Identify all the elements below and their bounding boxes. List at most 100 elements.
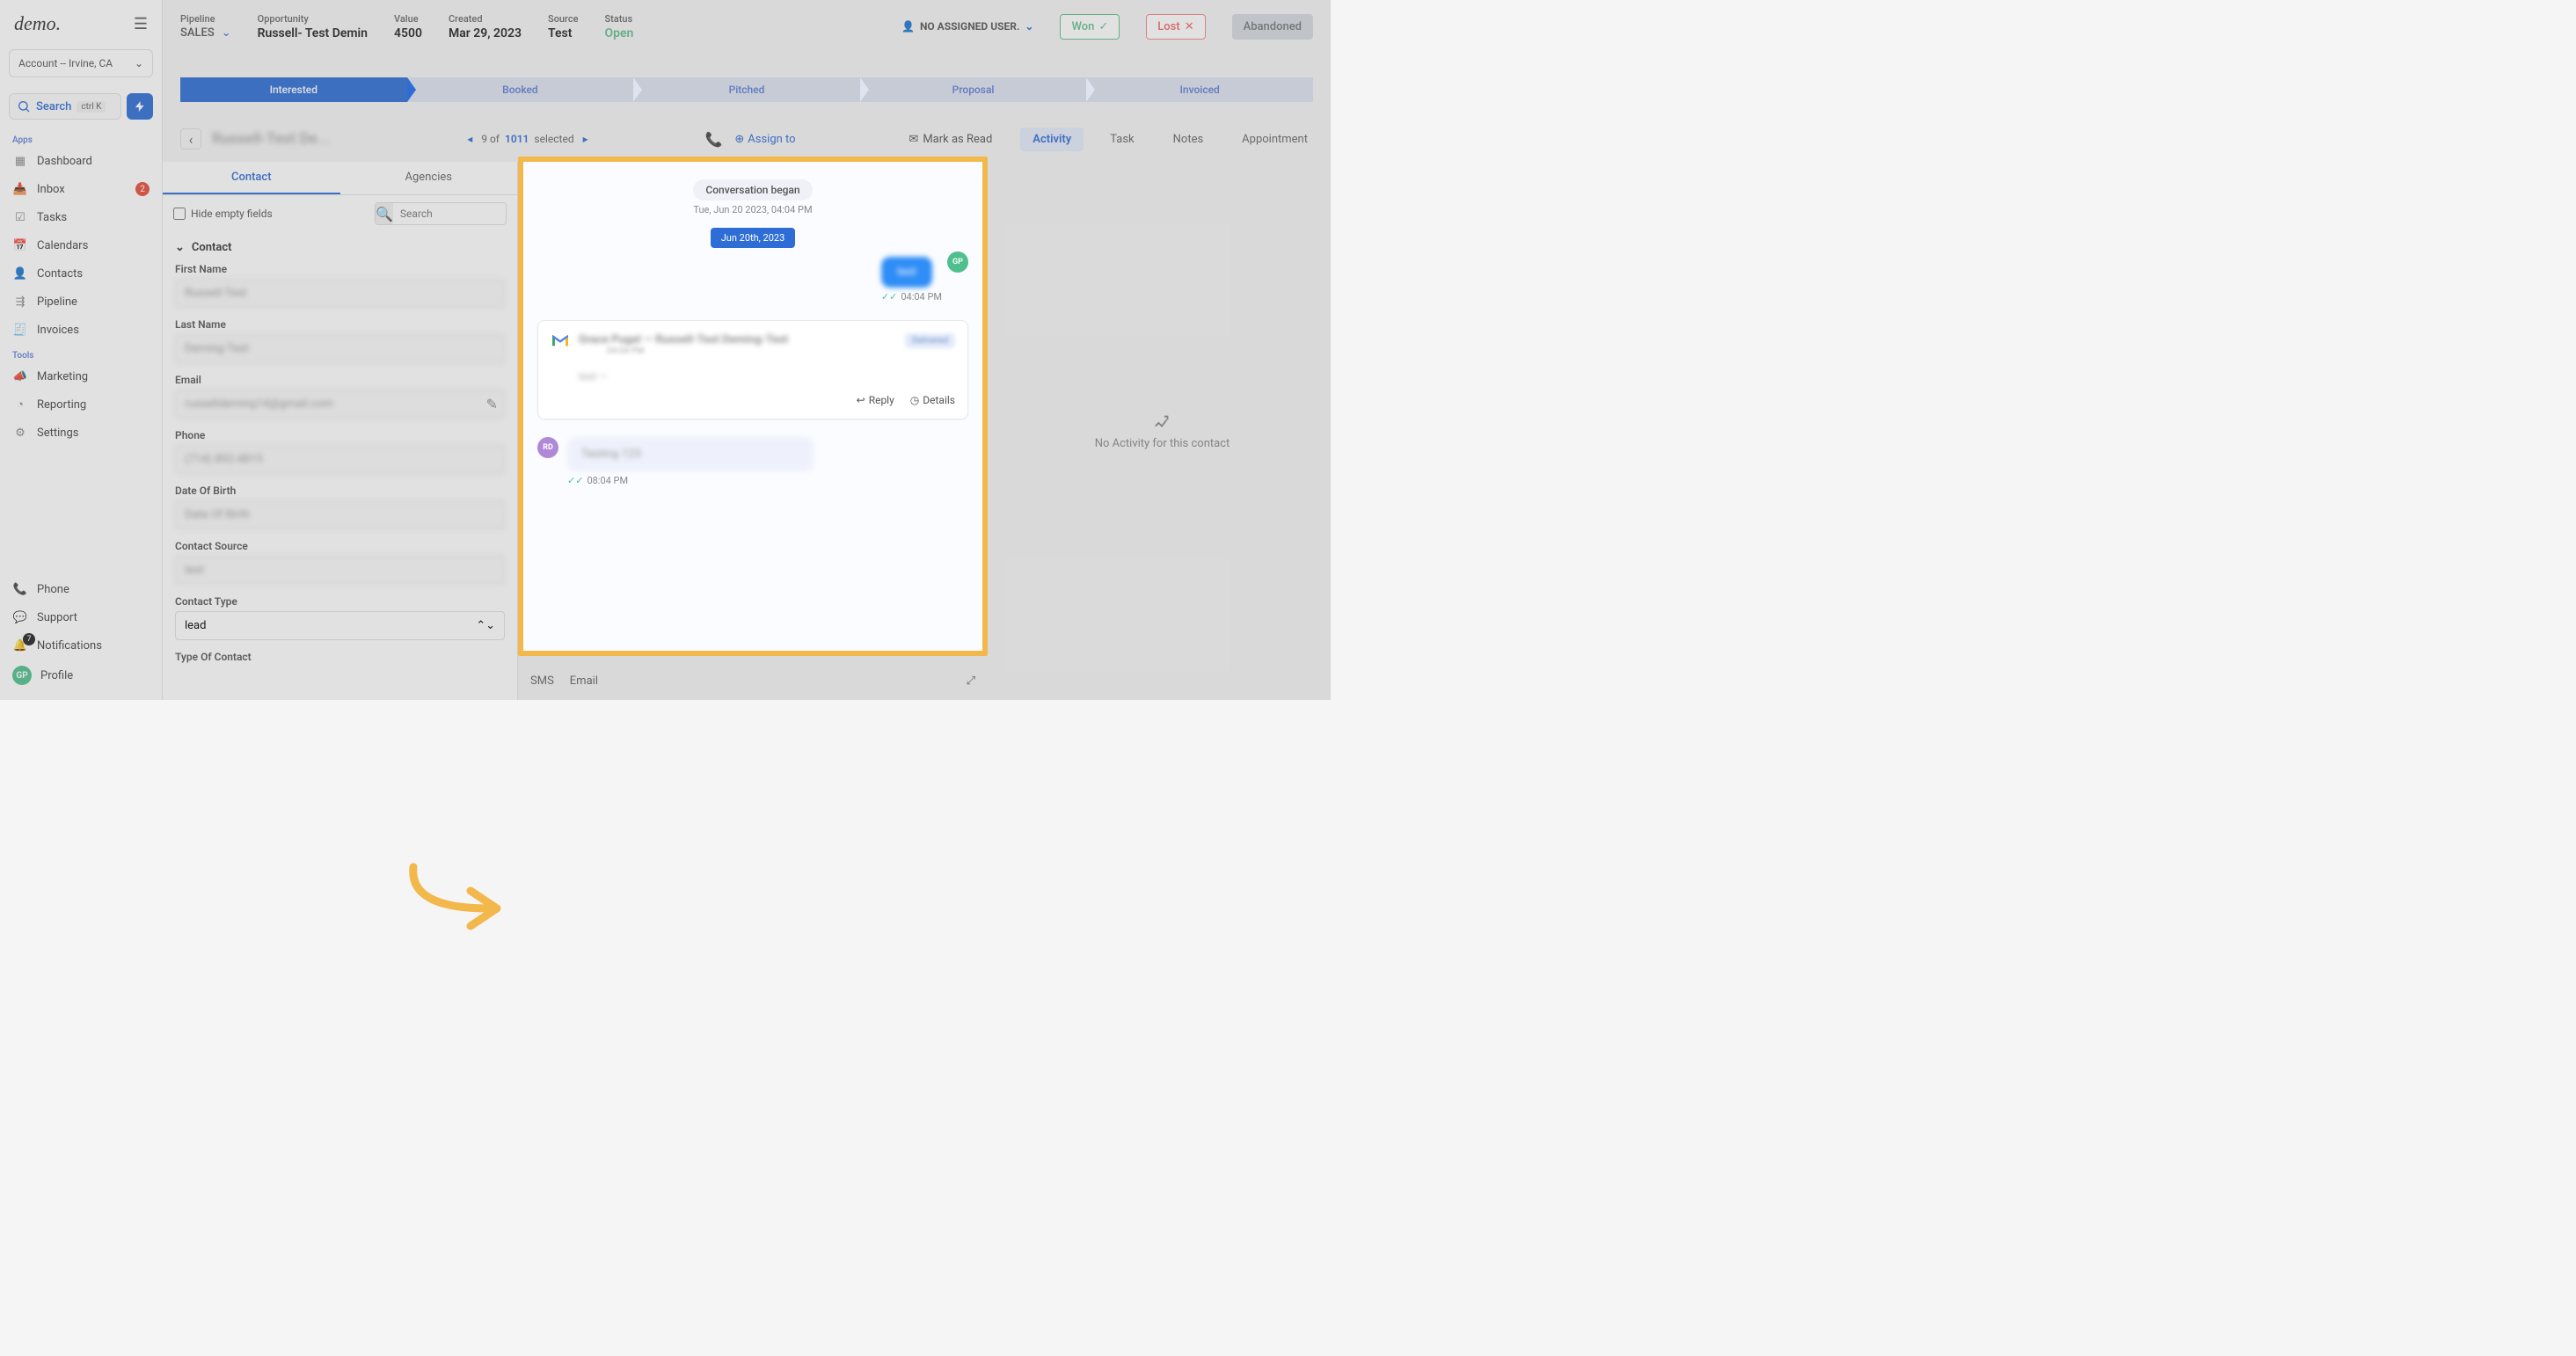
sidebar-marketing[interactable]: 📣Marketing xyxy=(0,362,162,390)
contact-source-input[interactable] xyxy=(175,556,505,585)
abandoned-button[interactable]: Abandoned xyxy=(1232,14,1313,40)
compose-sms-tab[interactable]: SMS xyxy=(530,674,554,688)
stage-booked[interactable]: Booked xyxy=(407,77,634,102)
mark-as-read-button[interactable]: ✉ Mark as Read xyxy=(909,133,992,146)
assigned-user-selector[interactable]: 👤 NO ASSIGNED USER. ⌄ xyxy=(901,20,1033,33)
phone-input[interactable] xyxy=(175,445,505,474)
email-label: Email xyxy=(175,374,505,386)
status-value[interactable]: Open xyxy=(604,26,633,40)
reply-label: Reply xyxy=(869,394,894,406)
sidebar-tasks[interactable]: ☑Tasks xyxy=(0,203,162,231)
apps-heading: Apps xyxy=(0,128,162,147)
lost-button[interactable]: Lost ✕ xyxy=(1146,14,1205,40)
tab-task[interactable]: Task xyxy=(1098,128,1146,151)
tab-appointment[interactable]: Appointment xyxy=(1230,128,1320,151)
field-search-input[interactable] xyxy=(393,203,507,224)
sidebar-calendars[interactable]: 📅Calendars xyxy=(0,231,162,259)
pipeline-label: Pipeline xyxy=(37,295,77,309)
sidebar-collapse-icon[interactable]: ☰ xyxy=(134,15,148,33)
assign-to-label: Assign to xyxy=(748,133,795,146)
sidebar-phone[interactable]: 📞Phone xyxy=(0,575,162,603)
stage-proposal[interactable]: Proposal xyxy=(860,77,1087,102)
profile-avatar: GP xyxy=(12,666,32,685)
check-icon: ✓ xyxy=(1098,20,1108,33)
stage-interested[interactable]: Interested xyxy=(180,77,407,102)
contact-type-select[interactable]: lead⌃⌄ xyxy=(175,611,505,640)
hide-empty-toggle[interactable]: Hide empty fields xyxy=(173,208,273,220)
reply-icon: ↩ xyxy=(857,394,865,406)
conversation-began-label: Conversation began xyxy=(693,179,812,200)
sidebar-support[interactable]: 💬Support xyxy=(0,603,162,631)
expand-icon[interactable]: ⤢ xyxy=(967,674,975,688)
call-icon[interactable]: 📞 xyxy=(704,131,722,148)
sidebar-settings[interactable]: ⚙Settings xyxy=(0,419,162,447)
edit-icon[interactable]: ✎ xyxy=(486,396,498,412)
pager-selected: selected xyxy=(534,133,573,145)
tasks-label: Tasks xyxy=(37,211,67,224)
field-search[interactable]: 🔍 xyxy=(375,202,507,225)
stage-pitched[interactable]: Pitched xyxy=(633,77,860,102)
panel-tab-agencies[interactable]: Agencies xyxy=(340,162,518,194)
sidebar-dashboard[interactable]: ▦ Dashboard xyxy=(0,147,162,175)
support-icon: 💬 xyxy=(12,609,28,625)
first-name-input[interactable] xyxy=(175,279,505,308)
back-button[interactable]: ‹ xyxy=(180,128,201,149)
account-selector[interactable]: Account -- Irvine, CA ⌄ xyxy=(9,49,153,77)
stage-invoiced[interactable]: Invoiced xyxy=(1086,77,1313,102)
sidebar-profile[interactable]: GPProfile xyxy=(0,660,162,691)
calendars-label: Calendars xyxy=(37,239,88,252)
sidebar-invoices[interactable]: 🧾Invoices xyxy=(0,316,162,344)
won-button[interactable]: Won ✓ xyxy=(1060,14,1120,40)
inbox-badge: 2 xyxy=(135,182,150,196)
settings-label: Settings xyxy=(37,426,78,440)
sidebar-contacts[interactable]: 👤Contacts xyxy=(0,259,162,288)
hide-empty-checkbox[interactable] xyxy=(173,208,186,220)
contact-section-toggle[interactable]: ⌄ Contact xyxy=(163,232,517,263)
dob-input[interactable] xyxy=(175,500,505,529)
lost-label: Lost xyxy=(1157,20,1179,33)
contact-source-label: Contact Source xyxy=(175,540,505,552)
email-meta: 04:04 PM xyxy=(607,346,896,356)
last-name-input[interactable] xyxy=(175,334,505,363)
details-button[interactable]: ◷ Details xyxy=(910,394,955,406)
email-input[interactable] xyxy=(175,390,505,419)
sidebar-pipeline[interactable]: ⇶Pipeline xyxy=(0,288,162,316)
pager-prev[interactable]: ◂ xyxy=(463,133,476,145)
user-icon: 👤 xyxy=(901,20,915,33)
dashboard-label: Dashboard xyxy=(37,155,92,168)
dashboard-icon: ▦ xyxy=(12,153,28,169)
annotation-arrow xyxy=(400,860,514,939)
incoming-message[interactable]: Testing 123 xyxy=(567,437,814,471)
delivered-check-icon: ✓✓ xyxy=(567,475,583,486)
reply-button[interactable]: ↩ Reply xyxy=(857,394,894,406)
compose-email-tab[interactable]: Email xyxy=(570,674,598,688)
in-msg-time: 08:04 PM xyxy=(587,475,628,486)
gmail-icon xyxy=(551,333,570,347)
hide-empty-label: Hide empty fields xyxy=(191,208,273,220)
type-of-contact-label: Type Of Contact xyxy=(175,651,505,663)
email-message-card[interactable]: Grace Pugel — Russell-Test Deming-Test 0… xyxy=(537,320,968,419)
opportunity-value: Russell- Test Demin xyxy=(258,26,368,40)
status-label: Status xyxy=(604,13,633,25)
global-search[interactable]: Search ctrl K xyxy=(9,93,121,120)
outgoing-message[interactable]: test xyxy=(881,257,932,288)
panel-tab-contact[interactable]: Contact xyxy=(163,162,340,194)
sidebar-notifications[interactable]: 🔔7Notifications xyxy=(0,631,162,660)
sender-avatar: GP xyxy=(947,252,968,273)
tab-activity[interactable]: Activity xyxy=(1020,128,1084,151)
assign-to-button[interactable]: ⊕ Assign to xyxy=(734,133,795,146)
pager-next[interactable]: ▸ xyxy=(580,133,592,145)
inbox-icon: 📥 xyxy=(12,181,28,197)
sidebar-reporting[interactable]: ◔Reporting xyxy=(0,390,162,419)
tab-notes[interactable]: Notes xyxy=(1161,128,1216,151)
tools-heading: Tools xyxy=(0,344,162,362)
marketing-label: Marketing xyxy=(37,370,88,383)
delivered-check-icon: ✓✓ xyxy=(881,291,897,303)
pipeline-selector[interactable]: SALES ⌄ xyxy=(180,26,231,40)
pipeline-stages: Interested Booked Pitched Proposal Invoi… xyxy=(180,77,1313,102)
x-icon: ✕ xyxy=(1185,20,1194,33)
first-name-label: First Name xyxy=(175,263,505,275)
search-icon: 🔍 xyxy=(376,203,393,224)
sidebar-inbox[interactable]: 📥Inbox2 xyxy=(0,175,162,203)
quick-action-button[interactable] xyxy=(127,93,153,120)
